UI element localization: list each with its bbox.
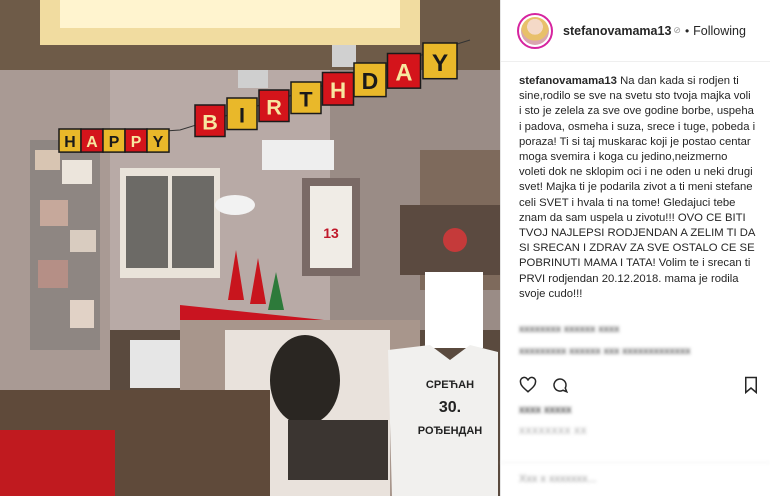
bookmark-icon[interactable] <box>743 376 759 394</box>
post-side-panel: stefanovamama13 ⊘ • Following stefanovam… <box>500 0 770 496</box>
caption-username[interactable]: stefanovamama13 <box>519 75 617 87</box>
avatar[interactable] <box>517 12 553 49</box>
post-header: stefanovamama13 ⊘ • Following <box>501 0 770 62</box>
post-caption: stefanovamama13 Na dan kada si rodjen ti… <box>501 62 770 302</box>
shirt-line-2: 30. <box>439 399 461 416</box>
banner-letter: Y <box>432 50 448 77</box>
separator-dot: • <box>684 23 690 38</box>
banner-letter: H <box>64 134 75 151</box>
comment-item: xxxxxxxx xxxxxx xxxx <box>519 323 620 335</box>
caption-text: Na dan kada si rodjen ti sine,rodilo se … <box>519 75 756 300</box>
banner-letter: P <box>131 134 142 151</box>
verified-icon: ⊘ <box>673 25 681 35</box>
banner-letter: D <box>362 68 379 94</box>
shirt-line-1: СРЕЋАН <box>426 379 474 391</box>
banner-letter: I <box>239 103 245 128</box>
comment-icon[interactable] <box>551 376 569 394</box>
shirt-line-3: РОЂЕНДАН <box>418 425 483 437</box>
banner-letter: B <box>202 110 218 135</box>
post-actions <box>519 372 759 398</box>
following-button[interactable]: Following <box>693 24 746 38</box>
add-comment-input[interactable]: Xxx x xxxxxxx... <box>501 462 770 495</box>
banner-letter: A <box>86 134 98 151</box>
banner-letter: H <box>330 78 346 103</box>
post-date: XXXXXXXX XX <box>519 426 588 436</box>
comments-list: xxxxxxxx xxxxxx xxxx xxxxxxxxx xxxxxx xx… <box>519 318 759 362</box>
comment-item: xxxxxxxxx xxxxxx xxx xxxxxxxxxxxxx <box>519 345 691 357</box>
banner-letter: P <box>109 134 120 151</box>
heart-icon[interactable] <box>519 376 537 394</box>
username-link[interactable]: stefanovamama13 <box>563 24 671 38</box>
jersey-number: 13 <box>323 225 339 241</box>
banner-letter: A <box>395 60 412 87</box>
post-photo[interactable]: 13 СРЕЋАН 30. РОЂЕНДАН H A P P Y B I R T… <box>0 0 500 496</box>
banner-letter: T <box>299 87 312 112</box>
banner-letter: Y <box>153 134 164 151</box>
likes-count[interactable]: xxxx xxxxx <box>519 404 572 416</box>
banner-letter: R <box>266 95 282 120</box>
